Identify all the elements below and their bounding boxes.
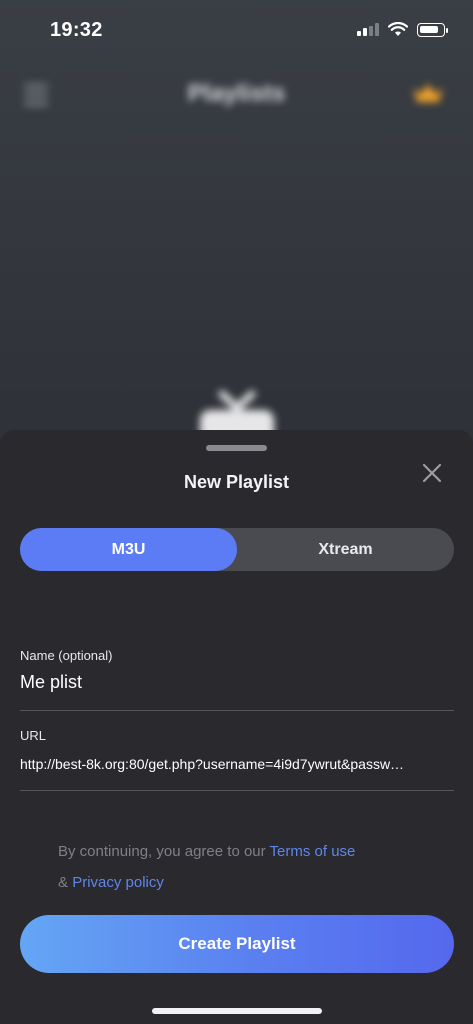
legal-amp: & <box>58 874 73 891</box>
divider <box>20 790 454 791</box>
terms-of-use-link[interactable]: Terms of use <box>270 843 356 860</box>
status-bar: 19:32 <box>0 0 473 64</box>
tab-xtream[interactable]: Xtream <box>237 528 454 571</box>
url-field[interactable]: URL http://best-8k.org:80/get.php?userna… <box>20 728 454 772</box>
divider <box>20 710 454 711</box>
sheet-grabber[interactable] <box>206 445 267 451</box>
screen: 19:32 Playlists New Playlist M3U Xtream … <box>0 0 473 1024</box>
close-icon[interactable] <box>421 462 443 484</box>
create-playlist-button[interactable]: Create Playlist <box>20 915 454 973</box>
battery-fill <box>420 25 438 33</box>
status-icons <box>357 22 448 37</box>
playlist-type-switch: M3U Xtream <box>20 528 454 571</box>
battery-icon <box>417 22 448 37</box>
wifi-icon <box>388 22 408 36</box>
name-input[interactable]: Me plist <box>20 672 454 693</box>
home-indicator <box>152 1008 322 1014</box>
legal-text: By continuing, you agree to our <box>58 843 270 860</box>
status-time: 19:32 <box>50 19 103 41</box>
url-input[interactable]: http://best-8k.org:80/get.php?username=4… <box>20 756 454 772</box>
crown-icon <box>414 84 442 102</box>
cellular-signal-icon <box>357 23 379 36</box>
url-field-label: URL <box>20 728 47 743</box>
legal-notice: By continuing, you agree to our Terms of… <box>58 836 418 898</box>
background-title: Playlists <box>187 80 286 107</box>
name-field-label: Name (optional) <box>20 648 113 663</box>
new-playlist-sheet: New Playlist M3U Xtream Name (optional) … <box>0 430 473 1024</box>
sheet-title: New Playlist <box>183 472 290 492</box>
name-field[interactable]: Name (optional) Me plist <box>20 648 454 693</box>
tab-m3u[interactable]: M3U <box>20 528 237 571</box>
privacy-policy-link[interactable]: Privacy policy <box>72 874 164 891</box>
background-app: Playlists <box>0 60 473 460</box>
